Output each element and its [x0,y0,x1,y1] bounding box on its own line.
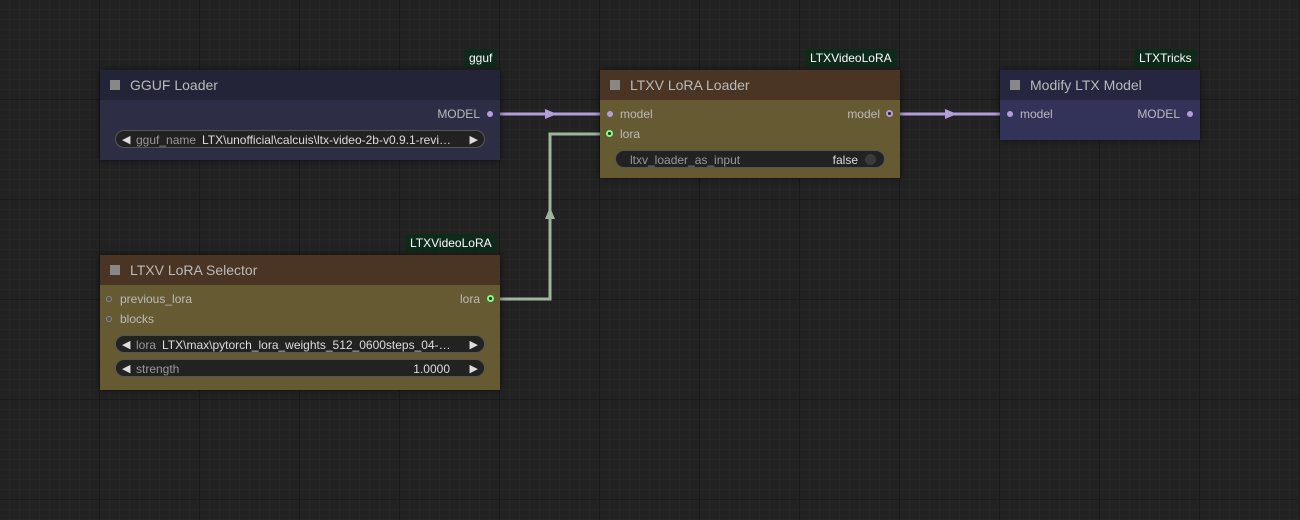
output-slot-model[interactable]: MODEL [100,104,500,124]
toggle-knob-icon[interactable] [865,154,876,165]
node-badge-ltxvideolora: LTXVideoLoRA [805,49,897,67]
node-title-bar[interactable]: Modify LTX Model [1000,70,1200,100]
collapse-toggle-icon[interactable] [110,80,120,90]
ltxv-lora-loader-node[interactable]: LTXV LoRA Loader model model lora ltxv_l… [600,70,900,178]
input-slot-previous-lora[interactable]: previous_lora lora [100,289,500,309]
node-title: LTXV LoRA Loader [630,77,750,93]
node-badge-ltxvideolora: LTXVideoLoRA [405,234,497,252]
node-badge-ltxtricks: LTXTricks [1134,49,1197,67]
collapse-toggle-icon[interactable] [110,265,120,275]
node-title-bar[interactable]: GGUF Loader [100,70,500,100]
output-label: model [847,107,880,121]
model-slots[interactable]: model MODEL [1000,104,1200,124]
gguf-name-combo[interactable]: ◀ gguf_name LTX\unofficial\calcuis\ltx-v… [115,130,485,148]
input-slot-blocks[interactable]: blocks [100,309,500,329]
modify-ltx-model-node[interactable]: Modify LTX Model model MODEL [1000,70,1200,140]
ltxv-loader-as-input-toggle[interactable]: ltxv_loader_as_input false [615,150,885,168]
node-badge-gguf: gguf [464,49,498,67]
node-title: Modify LTX Model [1030,77,1142,93]
input-slot-model[interactable]: model model [600,104,900,124]
decrement-arrow-icon[interactable]: ◀ [122,360,130,376]
increment-arrow-icon[interactable]: ▶ [470,336,478,352]
output-label: MODEL [1137,107,1180,121]
output-label: MODEL [437,107,480,121]
input-dot-icon[interactable] [607,111,613,117]
node-title: GGUF Loader [130,77,218,93]
output-dot-icon[interactable] [487,111,493,117]
output-dot-icon[interactable] [886,110,893,117]
node-title-bar[interactable]: LTXV LoRA Selector [100,255,500,285]
node-title: LTXV LoRA Selector [130,262,258,278]
link-arrow-model-1 [545,109,557,119]
collapse-toggle-icon[interactable] [610,80,620,90]
input-dot-icon[interactable] [106,316,112,322]
link-lora-selector-to-loader [490,132,610,301]
output-label: lora [459,292,480,306]
input-slot-lora[interactable]: lora [600,124,900,144]
input-dot-icon[interactable] [106,296,112,302]
strength-number-input[interactable]: ◀ strength 1.0000 ▶ [115,359,485,377]
decrement-arrow-icon[interactable]: ◀ [122,131,130,147]
output-dot-icon[interactable] [487,295,494,302]
output-dot-icon[interactable] [1187,111,1193,117]
ltxv-lora-selector-node[interactable]: LTXV LoRA Selector previous_lora lora bl… [100,255,500,390]
collapse-toggle-icon[interactable] [1010,80,1020,90]
node-title-bar[interactable]: LTXV LoRA Loader [600,70,900,100]
gguf-loader-node[interactable]: GGUF Loader MODEL ◀ gguf_name LTX\unoffi… [100,70,500,160]
link-arrow-model-2 [945,109,957,119]
input-dot-icon[interactable] [1007,111,1013,117]
input-dot-icon[interactable] [606,130,613,137]
increment-arrow-icon[interactable]: ▶ [470,131,478,147]
lora-combo[interactable]: ◀ lora LTX\max\pytorch_lora_weights_512_… [115,335,485,353]
link-arrow-lora [545,207,555,219]
decrement-arrow-icon[interactable]: ◀ [122,336,130,352]
increment-arrow-icon[interactable]: ▶ [470,360,478,376]
